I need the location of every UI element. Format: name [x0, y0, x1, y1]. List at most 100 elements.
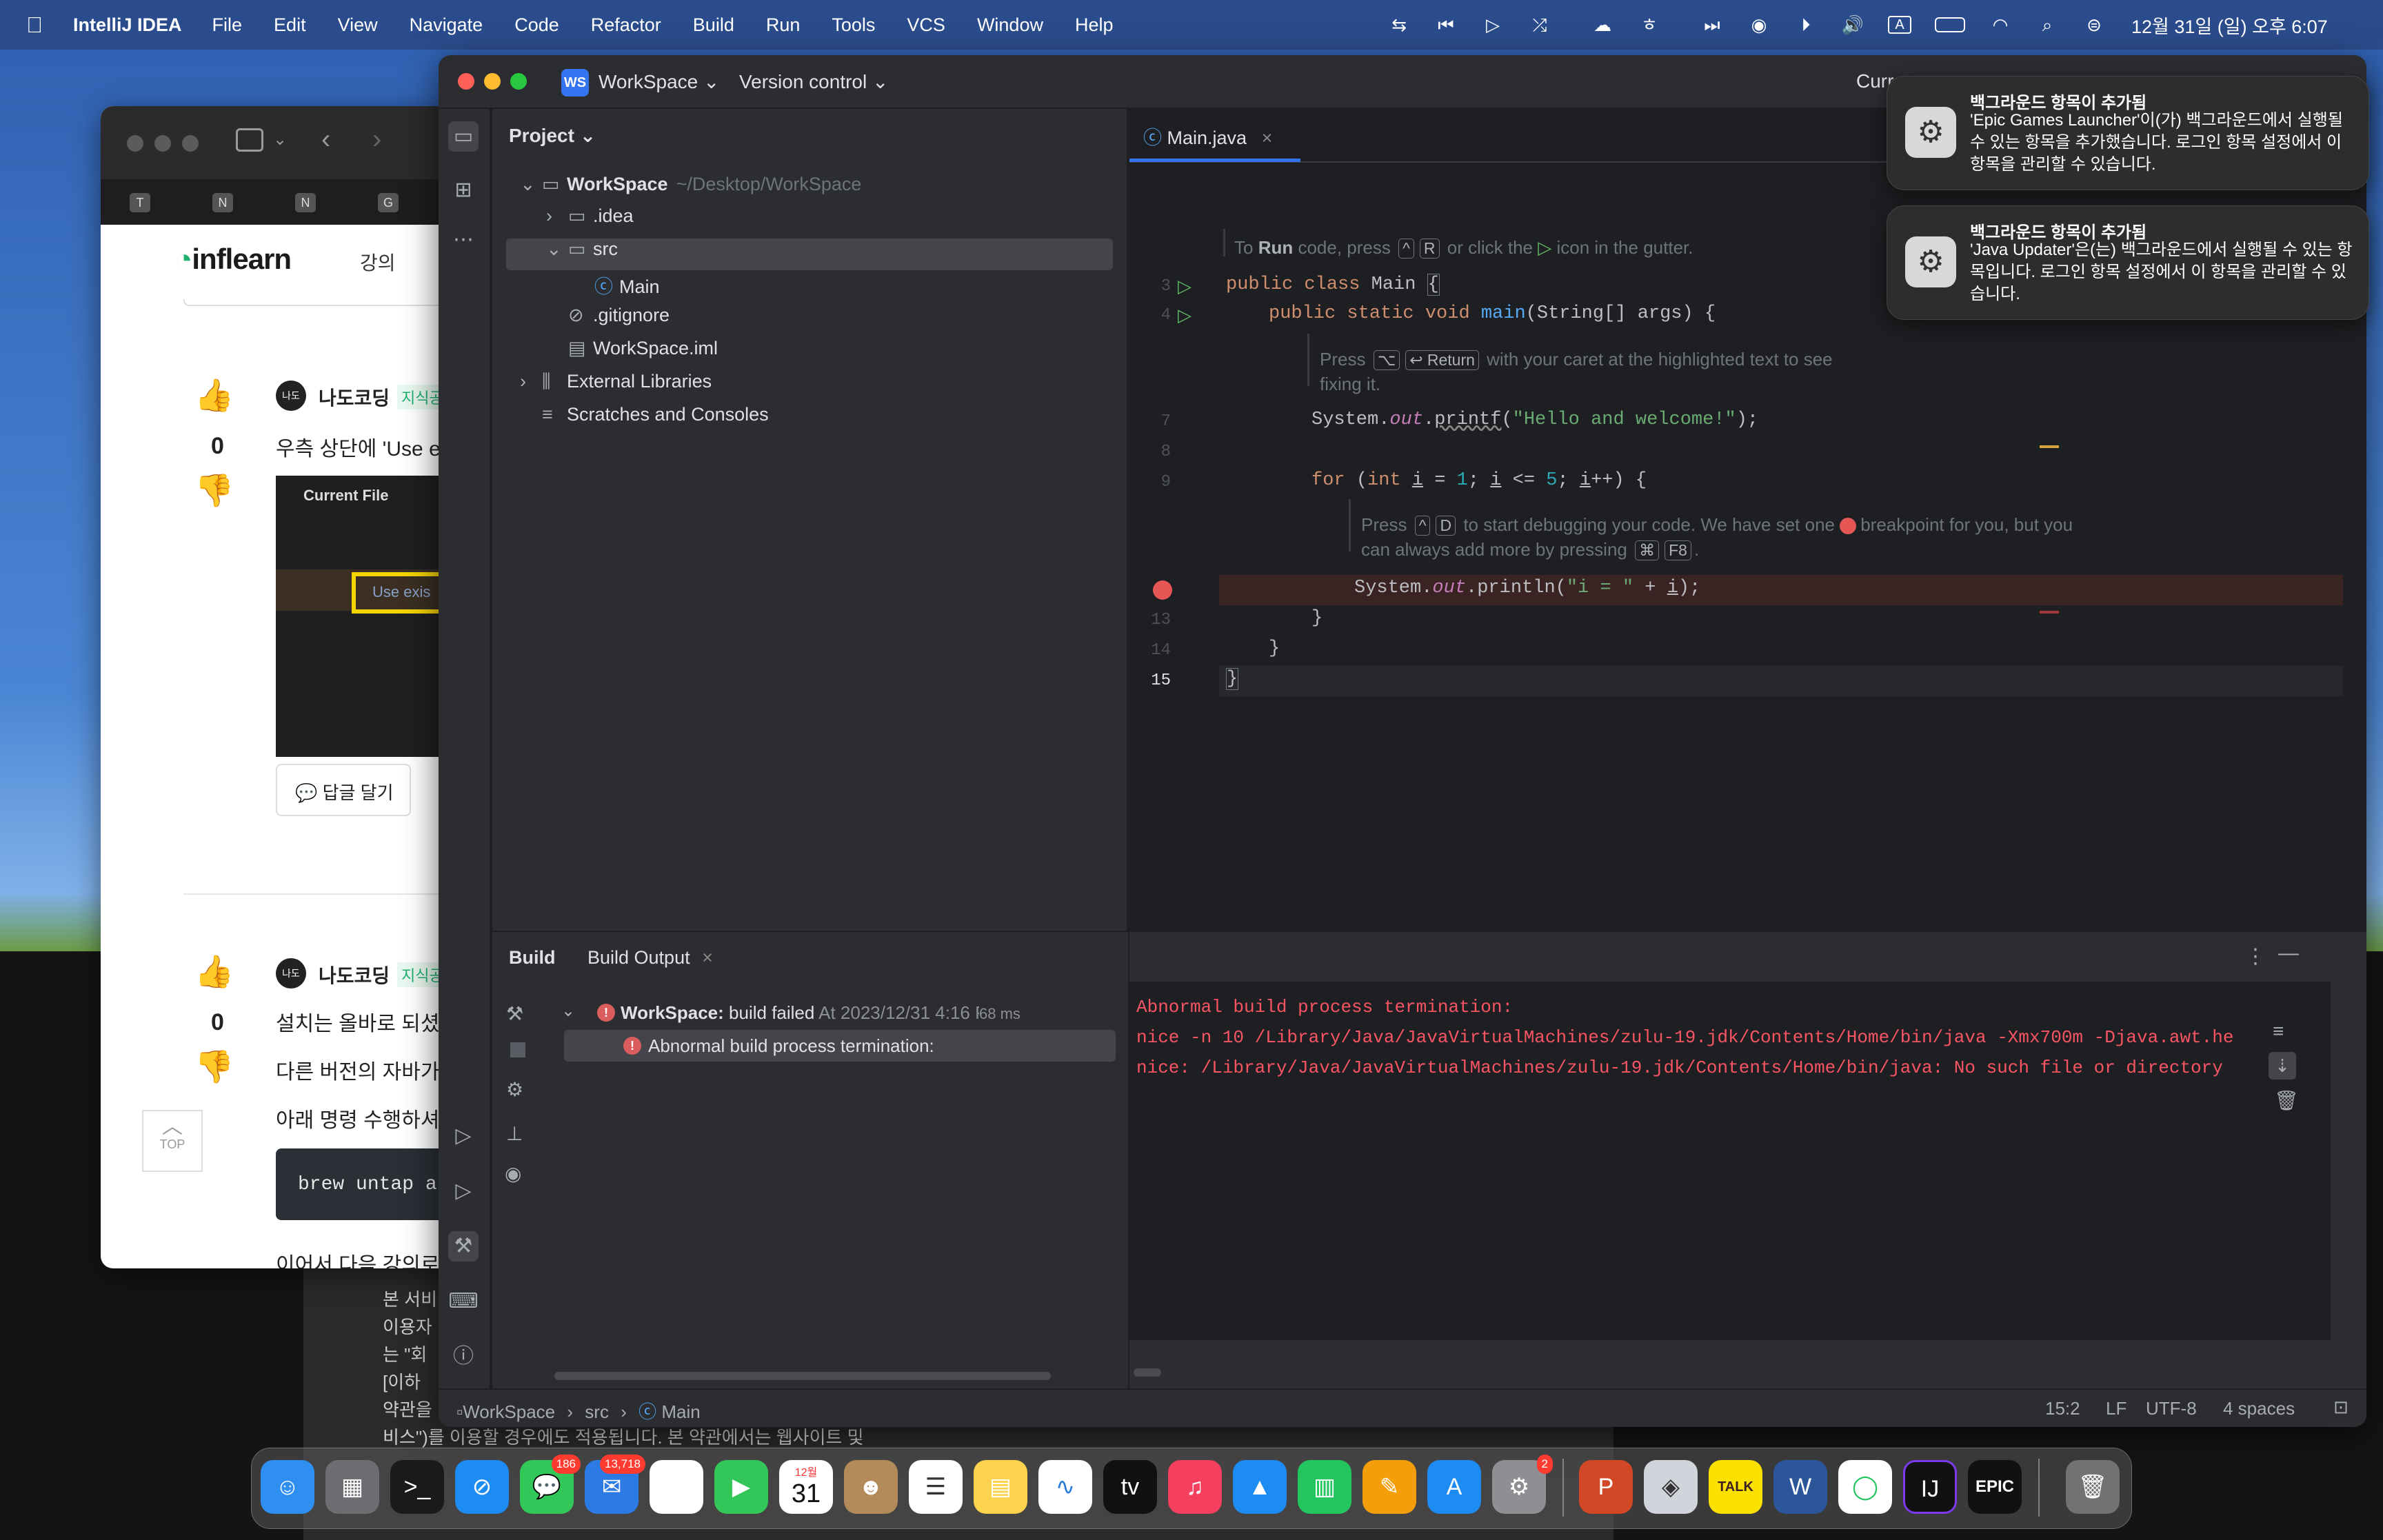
thumbs-down-icon[interactable]: 👎 — [194, 1048, 234, 1086]
menu-code[interactable]: Code — [514, 14, 559, 36]
tab-favicon[interactable]: G — [378, 193, 399, 212]
window-zoom-button[interactable] — [182, 135, 199, 152]
chevron-right-icon[interactable]: › — [546, 205, 568, 227]
project-icon[interactable]: WS — [561, 69, 589, 97]
scroll-top-button[interactable]: ︿ TOP — [142, 1110, 203, 1172]
control-center-icon[interactable]: ⊜ — [2082, 16, 2106, 34]
window-zoom-button[interactable] — [510, 73, 527, 90]
run-gutter-icon[interactable]: ▷ — [1178, 305, 1192, 326]
trash-icon[interactable]: 🗑 — [2066, 1460, 2120, 1514]
chevron-right-icon[interactable]: › — [520, 371, 542, 392]
launchpad-icon[interactable]: ▦ — [325, 1460, 379, 1514]
cloud-alert-icon[interactable]: ☁ — [1591, 16, 1614, 34]
tree-item[interactable]: › ▭ .idea — [546, 205, 634, 227]
project-selector[interactable]: WorkSpace ⌄ — [599, 70, 719, 93]
output-h-scrollbar[interactable] — [1129, 1366, 2331, 1379]
file-encoding[interactable]: UTF-8 — [2146, 1398, 2197, 1419]
avatar[interactable]: 나도 — [276, 381, 306, 411]
intellij-icon[interactable]: IJ — [1903, 1460, 1957, 1514]
menu-tools[interactable]: Tools — [832, 14, 875, 36]
settings-icon[interactable]: ⚙ — [506, 1078, 523, 1101]
menubar-clock[interactable]: 12월 31일 (일) 오후 6:07 — [2131, 12, 2328, 39]
window-close-button[interactable] — [127, 135, 143, 152]
menu-view[interactable]: View — [338, 14, 378, 36]
build-output-console[interactable]: Abnormal build process termination: nice… — [1129, 982, 2331, 1340]
build-panel-title[interactable]: Build — [509, 947, 556, 969]
line-separator[interactable]: LF — [2106, 1398, 2126, 1419]
facetime-icon[interactable]: ▶ — [714, 1460, 768, 1514]
numbers-icon[interactable]: ▥ — [1298, 1460, 1351, 1514]
run-icon[interactable]: ▷ — [448, 1176, 479, 1206]
window-minimize-button[interactable] — [484, 73, 501, 90]
kakaotalk-icon[interactable]: TALK — [1709, 1460, 1762, 1514]
apple-tv-icon[interactable]: tv — [1103, 1460, 1157, 1514]
tab-favicon[interactable]: N — [212, 193, 233, 212]
music-icon[interactable]: ♫ — [1168, 1460, 1222, 1514]
build-error-row[interactable]: Abnormal build process termination: — [648, 1035, 934, 1057]
messages-icon[interactable]: 💬 186 — [520, 1455, 581, 1514]
avatar[interactable]: 나도 — [276, 958, 306, 989]
forward-icon[interactable]: › — [372, 124, 381, 155]
menu-run[interactable]: Run — [766, 14, 801, 36]
eye-icon[interactable]: ◉ — [505, 1162, 521, 1185]
messages-status-icon[interactable]: ◉ — [1747, 16, 1771, 34]
vertical-scrollbar[interactable] — [2337, 982, 2347, 1340]
now-playing-icon[interactable]: ⏵ — [1794, 16, 1818, 34]
tree-item[interactable]: › ⫼ External Libraries — [520, 371, 712, 393]
mail-icon[interactable]: ✉ 13,718 — [585, 1455, 645, 1514]
stop-icon[interactable] — [510, 1042, 525, 1057]
answer-author[interactable]: 나도코딩 — [319, 383, 390, 411]
project-panel-title[interactable]: Project ⌄ — [509, 124, 596, 147]
menu-edit[interactable]: Edit — [274, 14, 306, 36]
reminders-icon[interactable]: ☰ — [909, 1460, 963, 1514]
tree-item[interactable]: ⊘ .gitignore — [546, 305, 670, 326]
tree-item[interactable]: ▤ WorkSpace.iml — [546, 338, 718, 359]
powerpoint-icon[interactable]: P — [1579, 1460, 1633, 1514]
tab-build-output[interactable]: Build Output × — [587, 947, 713, 969]
breadcrumb-src[interactable]: src — [585, 1401, 609, 1422]
chevron-down-icon[interactable]: ⌄ — [546, 239, 568, 260]
safari-icon[interactable]: ⊘ — [455, 1460, 509, 1514]
window-close-button[interactable] — [458, 73, 474, 90]
tree-item[interactable]: ⌄ ▭ src — [546, 239, 618, 260]
more-options-icon[interactable]: ⋮ — [2245, 944, 2266, 969]
menu-app-name[interactable]: IntelliJ IDEA — [73, 14, 182, 36]
menu-navigate[interactable]: Navigate — [410, 14, 483, 36]
volume-icon[interactable]: 🔊 — [1841, 16, 1864, 34]
parallels-icon[interactable]: ◈ — [1644, 1460, 1698, 1514]
pages-icon[interactable]: ✎ — [1363, 1460, 1416, 1514]
services-icon[interactable]: ▷ — [448, 1121, 479, 1151]
input-source-icon[interactable]: A — [1888, 16, 1911, 34]
chevron-down-icon[interactable]: ⌄ — [273, 130, 287, 150]
system-settings-icon[interactable]: ⚙ 2 — [1492, 1455, 1553, 1514]
terminal-app-icon[interactable]: >_ — [390, 1460, 444, 1514]
notification-card[interactable]: ⚙ 백그라운드 항목이 추가됨 'Java Updater'은(는) 백그라운드… — [1887, 205, 2369, 320]
skip-back-icon[interactable]: ⏮ — [1434, 16, 1458, 34]
battery-icon[interactable] — [1935, 17, 1965, 32]
editor-tab-main[interactable]: ⓒ Main.java × — [1143, 123, 1272, 150]
breadcrumb-project[interactable]: ▫WorkSpace — [456, 1401, 555, 1422]
contacts-icon[interactable]: ☻ — [844, 1460, 898, 1514]
sidebar-toggle-icon[interactable] — [236, 128, 263, 152]
problems-icon[interactable]: ⓘ — [448, 1341, 479, 1372]
horizontal-scrollbar[interactable] — [554, 1372, 1051, 1380]
breadcrumb-main[interactable]: ⓒ Main — [639, 1401, 701, 1422]
trash-icon[interactable]: 🗑 — [2274, 1089, 2299, 1112]
minimize-icon[interactable]: — — [2278, 942, 2299, 965]
shuffle-icon[interactable]: ⤮ — [1528, 16, 1551, 34]
thumbs-down-icon[interactable]: 👎 — [194, 472, 234, 509]
spotlight-search-icon[interactable]: ⌕ — [2035, 16, 2059, 34]
tree-item[interactable]: ≡ Scratches and Consoles — [520, 404, 769, 425]
notification-card[interactable]: ⚙ 백그라운드 항목이 추가됨 'Epic Games Launcher'이(가… — [1887, 76, 2369, 190]
freeform-icon[interactable]: ∿ — [1038, 1460, 1092, 1514]
inflearn-logo[interactable]: ◔inflearn — [175, 243, 292, 276]
nav-courses[interactable]: 강의 — [360, 248, 396, 276]
window-minimize-button[interactable] — [154, 135, 171, 152]
keynote-icon[interactable]: ▲ — [1233, 1460, 1287, 1514]
breakpoint-icon[interactable] — [1153, 580, 1172, 600]
menu-help[interactable]: Help — [1075, 14, 1114, 36]
finder-icon[interactable]: ☺ — [261, 1460, 314, 1514]
skip-forward-icon[interactable]: ⏭ — [1700, 16, 1724, 34]
thumbs-up-icon[interactable]: 👍 — [194, 376, 234, 414]
pin-icon[interactable]: ⊥ — [506, 1122, 523, 1145]
